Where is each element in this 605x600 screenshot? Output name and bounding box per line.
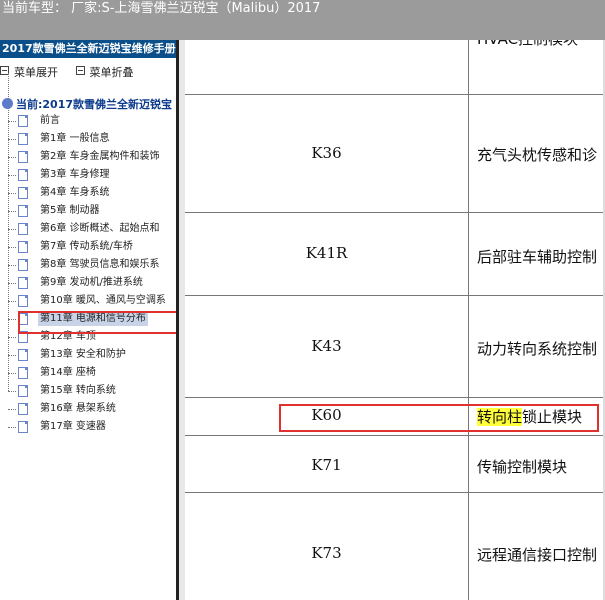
tree-item-label: 第17章 变速器 [40, 421, 106, 432]
document-icon [18, 115, 28, 127]
tree-item-label: 第13章 安全和防护 [40, 349, 126, 360]
tree-connector [8, 193, 16, 194]
tree-connector [8, 175, 16, 176]
tree-connector [8, 139, 16, 140]
document-icon [18, 421, 28, 433]
manual-title: 2017款雪佛兰全新迈锐宝维修手册 [0, 40, 176, 58]
menu-controls: 菜单展开 菜单折叠 [0, 64, 148, 80]
document-icon [18, 385, 28, 397]
vehicle-title-bar: 当前车型： 厂家:S-上海雪佛兰迈锐宝（Malibu）2017 [0, 0, 605, 40]
table-cell-desc: 充气头枕传感和诊 [477, 146, 598, 164]
document-icon [18, 169, 28, 181]
tree-connector [8, 211, 16, 212]
component-table: HVAC控制模块 K36 充气头枕传感和诊 K41R 后部驻车辅助控制 K43 … [185, 40, 605, 600]
tree-root[interactable]: 当前:2017款雪佛兰全新迈锐宝 [2, 96, 172, 112]
document-icon [18, 133, 28, 145]
tree-connector [8, 121, 16, 122]
document-icon [18, 259, 28, 271]
tree-item-label: 第6章 诊断概述、起始点和 [40, 223, 160, 234]
table-cell-desc: HVAC控制模块 [477, 40, 605, 49]
tree-item-label: 第3章 车身修理 [40, 169, 110, 180]
document-icon [18, 241, 28, 253]
tree-item-label: 第2章 车身金属构件和装饰 [40, 151, 160, 162]
vehicle-title: 当前车型： 厂家:S-上海雪佛兰迈锐宝（Malibu）2017 [2, 1, 321, 16]
tree-connector [8, 265, 16, 266]
table-cell-code: K73 [311, 544, 342, 562]
tree-connector [8, 373, 16, 374]
table-cell-desc: 动力转向系统控制 [477, 340, 598, 358]
column-divider [468, 40, 469, 600]
collapse-icon [75, 66, 85, 75]
table-cell-code: K71 [311, 456, 342, 474]
tree-item-label: 前言 [40, 115, 60, 126]
tree-connector [8, 409, 16, 410]
table-cell-code: K36 [311, 144, 342, 162]
selection-highlight-box [18, 311, 180, 334]
document-icon [18, 223, 28, 235]
tree-connector [8, 229, 16, 230]
tree-item-label: 第10章 暖风、通风与空调系 [40, 295, 166, 306]
tree-item-label: 第7章 传动系统/车桥 [40, 241, 133, 252]
table-cell-code: K43 [311, 337, 342, 355]
document-icon [18, 295, 28, 307]
tree-item-label: 第8章 驾驶员信息和娱乐系 [40, 259, 160, 270]
tree-item-label: 第14章 座椅 [40, 367, 96, 378]
document-icon [18, 187, 28, 199]
document-icon [18, 349, 28, 361]
document-icon [18, 205, 28, 217]
document-icon [18, 151, 28, 163]
tree-item-label: 第5章 制动器 [40, 205, 100, 216]
tree-connector [8, 337, 16, 338]
tree-connector [8, 319, 16, 320]
tree-connector [8, 301, 16, 302]
row-highlight-box [279, 404, 599, 432]
tree-item-label: 第4章 车身系统 [40, 187, 110, 198]
table-cell-desc: 后部驻车辅助控制 [477, 248, 598, 266]
document-icon [18, 367, 28, 379]
tree-connector [8, 157, 16, 158]
tree-item-label: 第16章 悬架系统 [40, 403, 116, 414]
collapse-menu-button[interactable]: 菜单折叠 [75, 64, 134, 80]
tree-connector [8, 283, 16, 284]
tree-connector [8, 247, 16, 248]
table-cell-desc: 远程通信接口控制 [477, 546, 598, 564]
document-icon [18, 277, 28, 289]
tree-connector [8, 355, 16, 356]
tree-item-label: 第9章 发动机/推进系统 [40, 277, 143, 288]
tree-item-label: 第1章 一般信息 [40, 133, 110, 144]
tree-item-label: 第15章 转向系统 [40, 385, 116, 396]
table-cell-code: K41R [305, 244, 348, 262]
tree-connector [8, 427, 16, 428]
tree-connector [8, 391, 16, 392]
table-cell-desc: 传输控制模块 [477, 458, 568, 476]
document-icon [18, 403, 28, 415]
